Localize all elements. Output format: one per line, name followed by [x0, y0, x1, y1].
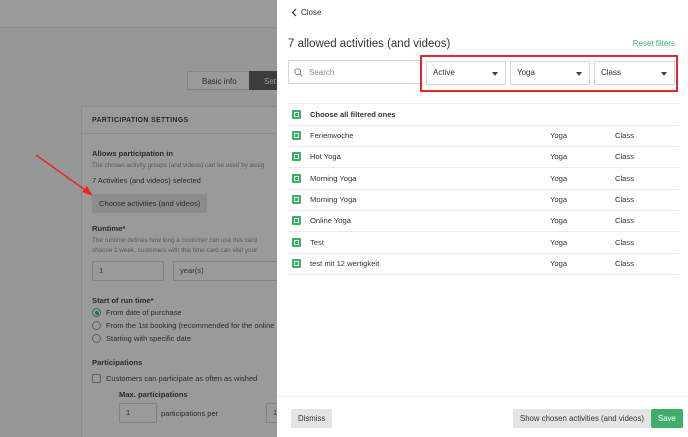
- search-field[interactable]: [288, 60, 421, 84]
- activity-checkbox[interactable]: [292, 173, 301, 183]
- allowed-activities-panel: Close 7 allowed activities (and videos) …: [277, 0, 688, 437]
- search-input[interactable]: [309, 67, 409, 77]
- activity-name: Morning Yoga: [310, 194, 357, 204]
- choose-all-row[interactable]: Choose all filtered ones: [288, 104, 679, 125]
- activity-type: Class: [615, 216, 634, 226]
- caret-down-icon: [492, 72, 498, 76]
- activity-row[interactable]: Test Yoga Class: [288, 232, 679, 253]
- activity-type: Class: [615, 152, 634, 162]
- activity-name: Online Yoga: [310, 216, 351, 226]
- panel-title: 7 allowed activities (and videos): [288, 38, 451, 50]
- activity-checkbox[interactable]: [292, 258, 301, 268]
- activity-row[interactable]: Hot Yoga Yoga Class: [288, 146, 679, 167]
- activity-checkbox[interactable]: [292, 131, 301, 140]
- activity-type: Class: [615, 258, 634, 268]
- activity-group: Yoga: [550, 216, 568, 226]
- divider: [288, 273, 679, 275]
- caret-down-icon: [576, 72, 582, 76]
- chevron-left-icon: [291, 8, 297, 16]
- activity-group: Yoga: [550, 194, 568, 204]
- footer-divider: [277, 396, 688, 397]
- activity-group: Yoga: [550, 237, 568, 247]
- activity-checkbox[interactable]: [292, 194, 301, 204]
- type-filter-value: Class: [601, 68, 622, 77]
- activity-row[interactable]: Morning Yoga Yoga Class: [288, 168, 679, 189]
- activity-checkbox[interactable]: [292, 152, 301, 162]
- reset-filters-link[interactable]: Reset filters: [633, 39, 675, 48]
- dismiss-button[interactable]: Dismiss: [291, 409, 333, 428]
- activity-type: Class: [615, 131, 634, 140]
- save-button[interactable]: Save: [651, 409, 683, 428]
- show-chosen-button[interactable]: Show chosen activities (and videos): [513, 409, 651, 428]
- group-filter-select[interactable]: Yoga: [510, 61, 590, 85]
- activity-name: test mit 12 wertigkeit: [310, 258, 380, 268]
- activity-name: Ferienwoche: [310, 131, 354, 140]
- activity-row[interactable]: Morning Yoga Yoga Class: [288, 189, 679, 210]
- caret-down-icon: [661, 72, 667, 76]
- status-filter-select[interactable]: Active: [426, 61, 506, 85]
- close-button[interactable]: Close: [291, 6, 321, 18]
- activity-name: Hot Yoga: [310, 152, 341, 162]
- status-filter-value: Active: [433, 68, 455, 77]
- activity-type: Class: [615, 173, 634, 183]
- activity-row[interactable]: test mit 12 wertigkeit Yoga Class: [288, 253, 679, 274]
- activity-row[interactable]: Ferienwoche Yoga Class: [288, 125, 679, 146]
- choose-all-checkbox[interactable]: [292, 110, 301, 119]
- activity-row[interactable]: Online Yoga Yoga Class: [288, 210, 679, 231]
- activity-checkbox[interactable]: [292, 237, 301, 247]
- activity-group: Yoga: [550, 131, 568, 140]
- activity-checkbox[interactable]: [292, 216, 301, 226]
- choose-all-label: Choose all filtered ones: [310, 110, 396, 119]
- activity-name: Morning Yoga: [310, 173, 357, 183]
- search-icon: [294, 67, 303, 77]
- close-label: Close: [301, 7, 322, 17]
- activity-group: Yoga: [550, 173, 568, 183]
- group-filter-value: Yoga: [517, 68, 535, 77]
- activity-name: Test: [310, 237, 324, 247]
- type-filter-select[interactable]: Class: [594, 61, 675, 85]
- activity-group: Yoga: [550, 258, 568, 268]
- activity-type: Class: [615, 237, 634, 247]
- activity-group: Yoga: [550, 152, 568, 162]
- activity-type: Class: [615, 194, 634, 204]
